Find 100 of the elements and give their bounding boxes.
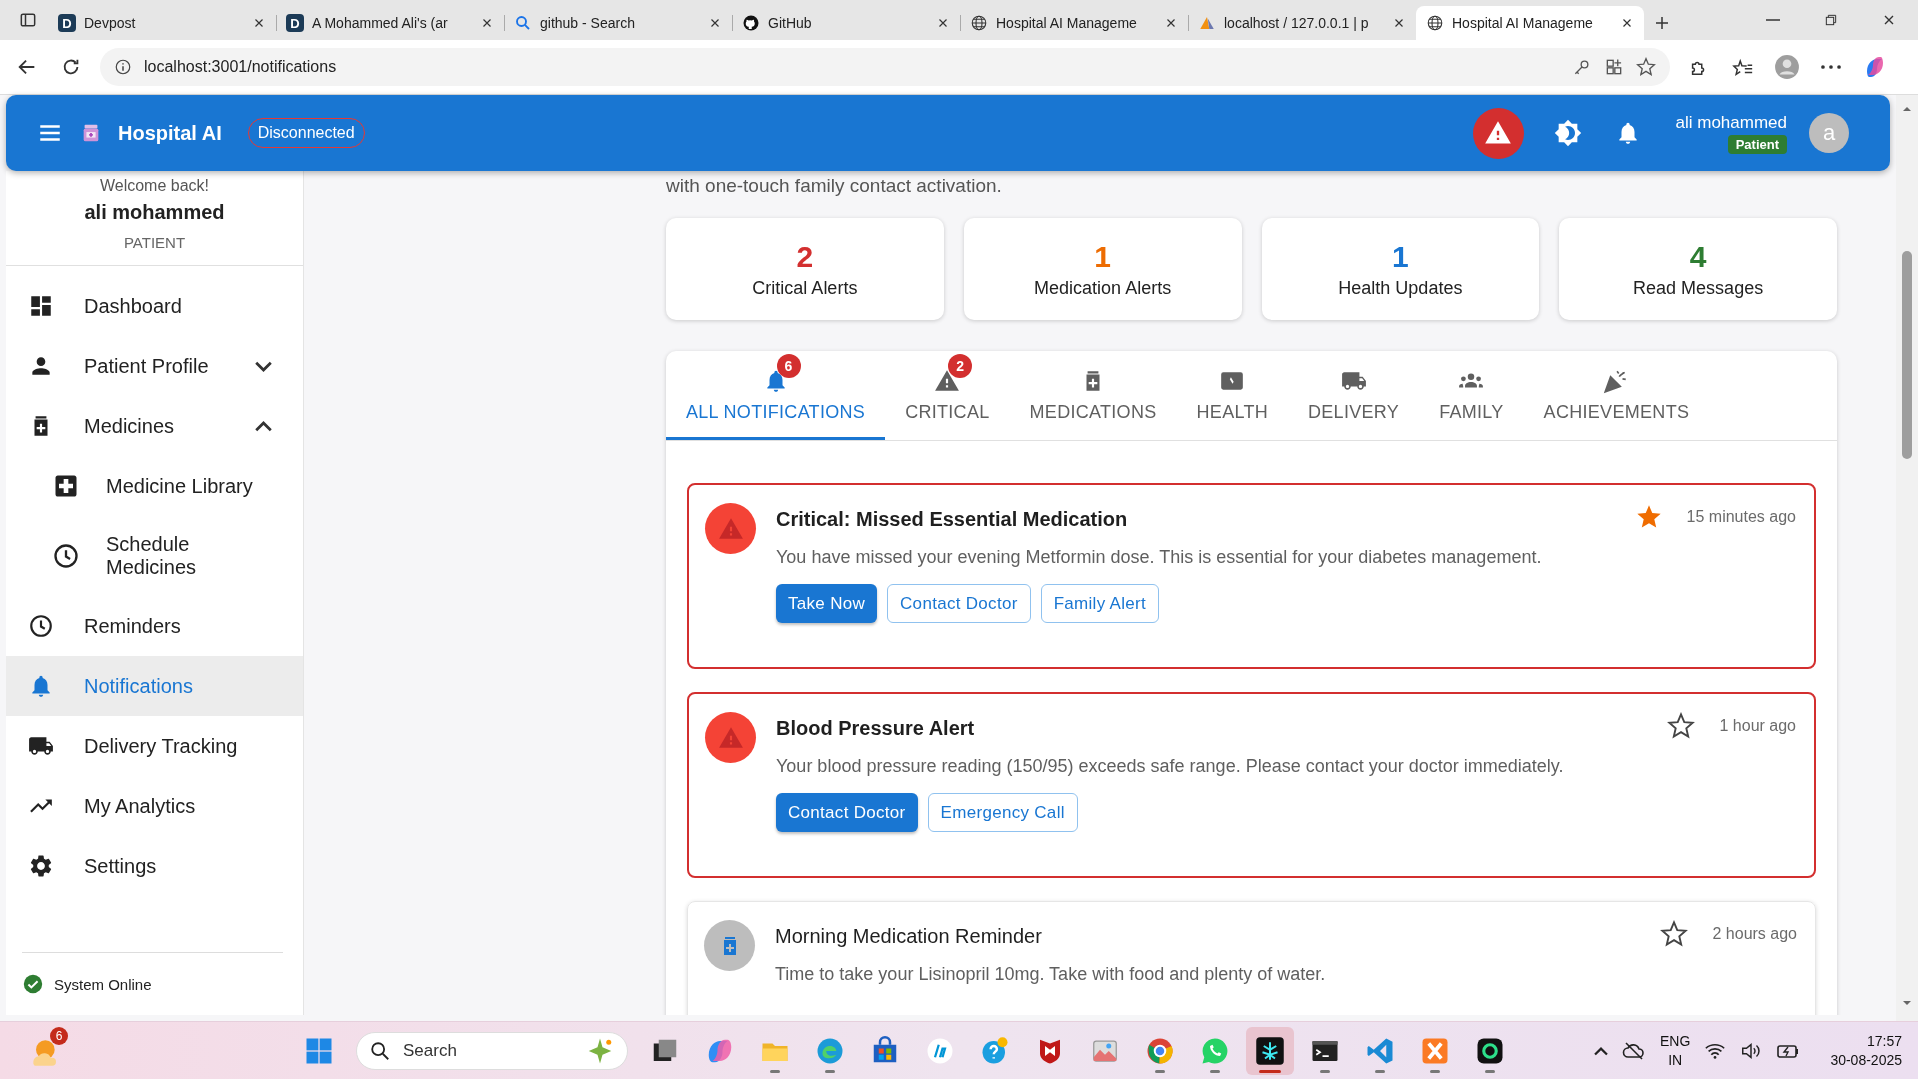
browser-tab[interactable]: Hospital AI Manageme [960, 6, 1188, 40]
action-button[interactable]: Contact Doctor [776, 793, 918, 832]
notification-time: 15 minutes ago [1686, 508, 1796, 526]
role-badge: Patient [1727, 134, 1787, 154]
site-logo: D [58, 14, 76, 32]
speaker-icon [1740, 1040, 1763, 1062]
info-icon [114, 58, 132, 76]
browser-tab[interactable]: D Devpost [48, 6, 276, 40]
search-field[interactable]: Search [356, 1032, 628, 1070]
restore-icon [1823, 12, 1839, 28]
notification-tab[interactable]: HEALTH [1176, 351, 1288, 440]
code-editor-icon [1365, 1036, 1395, 1066]
stat-label: Medication Alerts [1034, 277, 1172, 299]
cat-logo-icon [742, 14, 760, 32]
sidebar-item[interactable]: Patient Profile [6, 336, 303, 396]
browser-tab[interactable]: localhost / 127.0.0.1 | p [1188, 6, 1416, 40]
check-circle-icon [22, 973, 44, 995]
stat-label: Critical Alerts [752, 277, 858, 299]
bug-icon [1255, 1036, 1285, 1066]
round-logo-icon [1145, 1036, 1175, 1066]
language-label[interactable]: ENG [1660, 1032, 1691, 1051]
clock-icon [52, 542, 80, 570]
knot-logo-icon [1475, 1036, 1505, 1066]
region-label[interactable]: IN [1668, 1051, 1683, 1070]
minimize-icon [1765, 19, 1781, 21]
notification-tab[interactable]: 6 ALL NOTIFICATIONS [666, 351, 886, 440]
clock-date[interactable]: 30-08-2025 [1830, 1051, 1902, 1070]
wave-logo-icon [815, 1036, 845, 1066]
chevron-up-icon [1594, 1046, 1609, 1056]
help-bubble-icon [980, 1036, 1010, 1066]
settings-icon [28, 853, 54, 879]
globe-icon [1426, 14, 1444, 32]
dashboard-icon [28, 293, 54, 319]
more-icon [1821, 65, 1841, 69]
notification-time: 1 hour ago [1719, 717, 1796, 735]
count-badge: 2 [948, 354, 973, 378]
stat-label: Health Updates [1338, 277, 1463, 299]
address-bar[interactable]: localhost:3001/notifications [100, 48, 1670, 86]
action-button[interactable]: Take Now [776, 584, 878, 623]
sidebar-item[interactable]: Delivery Tracking [6, 716, 303, 776]
system-status: System Online [54, 975, 152, 993]
notification-title: Critical: Missed Essential Medication [776, 506, 1129, 531]
star-icon [1636, 57, 1656, 77]
stat-label: Read Messages [1633, 277, 1764, 299]
intro-text: with one-touch family contact activation. [666, 174, 1003, 198]
browser-tab[interactable]: GitHub [732, 6, 960, 40]
chat-bubble-icon [1200, 1036, 1230, 1066]
notification-tab[interactable]: FAMILY [1419, 351, 1524, 440]
grid-icon [304, 1036, 334, 1066]
clock-time[interactable]: 17:57 [1866, 1032, 1902, 1051]
user-name: ali mohammed [1675, 112, 1787, 133]
warning-icon [1484, 119, 1512, 147]
stat-value: 1 [1094, 239, 1111, 274]
browser-tab[interactable]: Hospital AI Manageme [1416, 6, 1644, 40]
search-icon [369, 1040, 391, 1062]
apps-add-icon [1604, 57, 1624, 77]
notification-message: You have missed your evening Metformin dose. This is essential for your diabetes management. [776, 547, 1543, 568]
sidebar-item[interactable]: My Analytics [6, 776, 303, 836]
taskbar-app[interactable] [1246, 1027, 1294, 1075]
new-tab-icon [1653, 14, 1671, 32]
globe-icon [970, 14, 988, 32]
notification-time: 2 hours ago [1712, 925, 1797, 943]
sidebar-item[interactable]: Notifications [6, 656, 303, 716]
profile-avatar-icon [1774, 54, 1800, 80]
sidebar-toggle-icon [18, 10, 38, 30]
user-role: PATIENT [123, 234, 186, 251]
stat-value: 2 [796, 239, 814, 274]
notification-message: Time to take your Lisinopril 10mg. Take with food and plenty of water. [775, 964, 1327, 985]
notification-badge: 6 [50, 1027, 68, 1045]
count-badge: 6 [776, 354, 801, 378]
notification-tab[interactable]: MEDICATIONS [1009, 351, 1177, 440]
stat-value: 4 [1689, 239, 1707, 274]
user-name: ali mohammed [84, 201, 225, 224]
stat-value: 1 [1392, 239, 1409, 274]
browser-tab[interactable]: github - Search [504, 6, 732, 40]
sidebar-item[interactable]: Medicines [6, 396, 303, 456]
notification-tab[interactable]: DELIVERY [1288, 351, 1420, 440]
notification-tab[interactable]: 2 CRITICAL [885, 351, 1010, 440]
notification-title: Morning Medication Reminder [775, 923, 1043, 948]
search-icon [514, 14, 532, 32]
brightness-icon [1553, 119, 1582, 147]
sidebar-item[interactable]: Dashboard [6, 276, 303, 336]
notification-tab[interactable]: ACHIEVEMENTS [1523, 351, 1710, 440]
app-name: Hospital AI [118, 121, 222, 145]
scrollbar-thumb[interactable] [1902, 251, 1912, 459]
notification-message: Your blood pressure reading (150/95) exceeds safe range. Please contact your doctor immediately. [776, 756, 1565, 777]
sidebar-item[interactable]: Schedule Medicines [6, 516, 303, 596]
site-logo: D [286, 14, 304, 32]
x-logo-icon [1420, 1036, 1450, 1066]
sidebar-item[interactable]: Reminders [6, 596, 303, 656]
browser-tab[interactable]: D A Mohammed Ali's (ar [276, 6, 504, 40]
action-button[interactable]: Family Alert [1040, 584, 1160, 623]
action-button[interactable]: Contact Doctor [887, 584, 1031, 623]
round-logo-icon [925, 1036, 955, 1066]
sidebar-item[interactable]: Medicine Library [6, 456, 303, 516]
greeting: Welcome back! [99, 177, 210, 195]
action-button[interactable]: Emergency Call [927, 793, 1078, 832]
clock-icon [28, 613, 54, 639]
notification-title: Blood Pressure Alert [776, 715, 976, 740]
sidebar-item[interactable]: Settings [6, 836, 303, 896]
